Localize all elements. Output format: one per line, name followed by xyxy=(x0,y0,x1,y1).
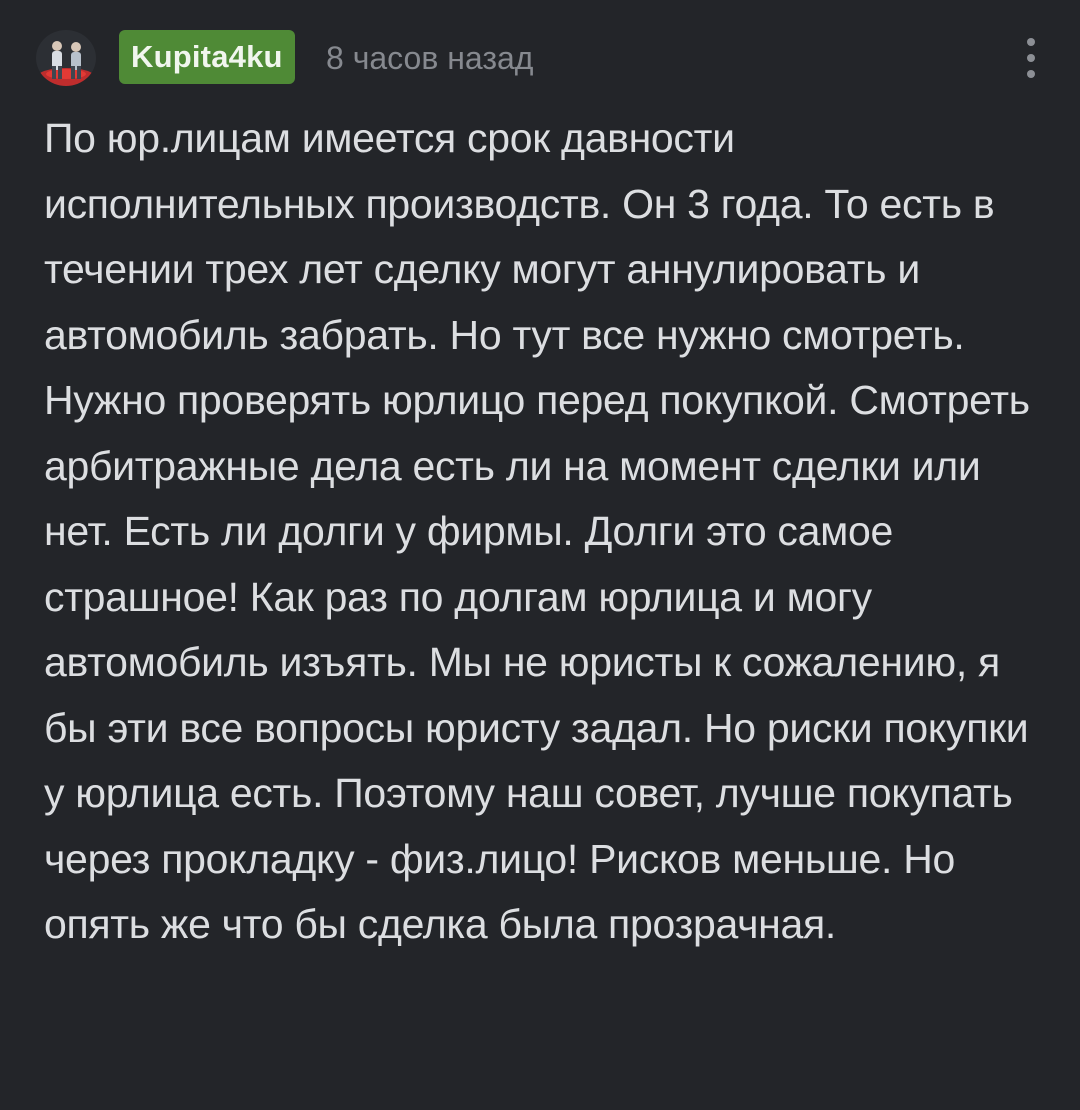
more-vertical-icon xyxy=(1027,54,1035,62)
comment: Kupita4ku 8 часов назад По юр.лицам имее… xyxy=(0,0,1080,1110)
avatar-photo-icon[interactable] xyxy=(36,30,96,86)
comment-timestamp: 8 часов назад xyxy=(326,40,534,76)
more-vertical-icon xyxy=(1027,38,1035,46)
comment-header: Kupita4ku 8 часов назад xyxy=(36,26,1046,86)
comment-text: По юр.лицам имеется срок давности исполн… xyxy=(44,115,1030,947)
more-options-button[interactable] xyxy=(1016,28,1046,88)
more-vertical-icon xyxy=(1027,70,1035,78)
author-name[interactable]: Kupita4ku xyxy=(119,30,295,84)
